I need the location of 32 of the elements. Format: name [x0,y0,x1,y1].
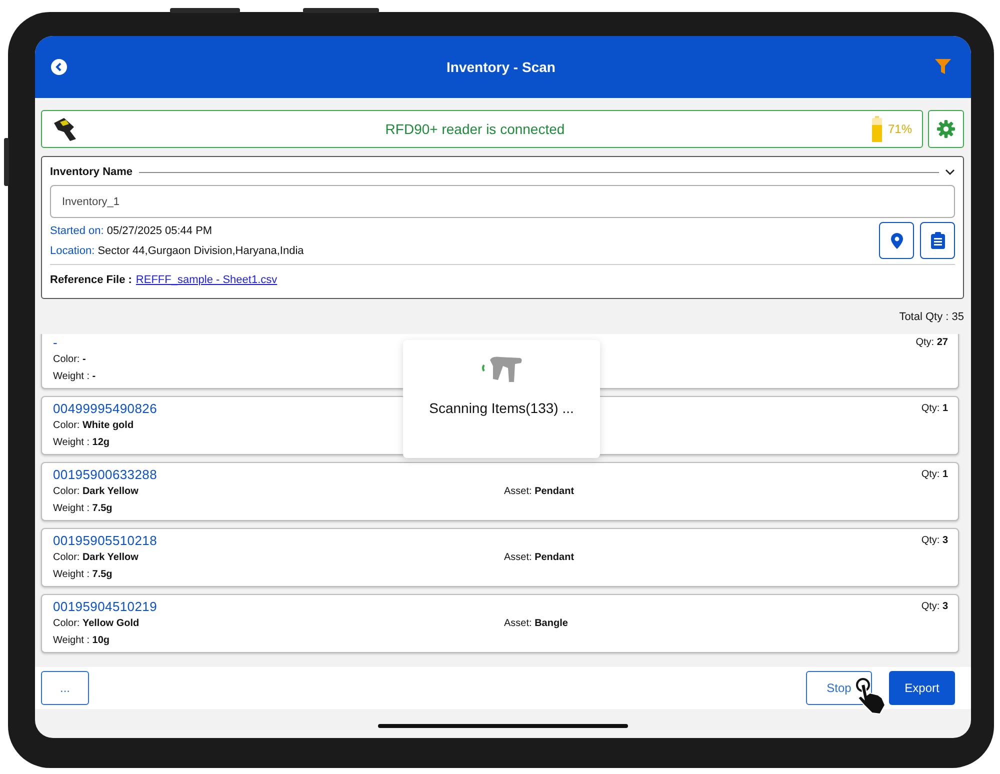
item-quantity: Qty: 27 [916,336,948,350]
item-weight: Weight : 7.5g [53,568,112,582]
item-quantity: Qty: 3 [921,534,948,548]
item-id: - [53,336,58,350]
item-quantity: Qty: 1 [921,402,948,416]
section-label: Inventory Name [50,166,133,178]
screen-title: Inventory - Scan [446,59,556,75]
item-color: Color: Dark Yellow [53,551,138,565]
battery-percentage: 71% [888,122,912,136]
item-weight: Weight : 12g [53,436,110,450]
item-asset: Asset: Pendant [504,485,574,499]
item-color: Color: - [53,353,86,367]
reference-file-label: Reference File : [50,274,132,286]
item-color: Color: White gold [53,419,134,433]
item-weight: Weight : - [53,370,96,384]
location-text: Location: Sector 44,Gurgaon Division,Haryana,India [50,244,304,258]
item-quantity: Qty: 1 [921,468,948,482]
item-weight: Weight : 7.5g [53,502,112,516]
item-id: 00195904510219 [53,600,158,614]
connection-status: RFD90+ reader is connected [384,121,566,137]
item-weight: Weight : 10g [53,634,110,648]
item-asset: Asset: Bangle [504,617,568,631]
total-quantity: Total Qty : 35 [899,310,964,322]
item-color: Color: Yellow Gold [53,617,140,631]
item-id: 00195900633288 [53,468,158,482]
item-quantity: Qty: 3 [921,600,948,614]
started-on-text: Started on: 05/27/2025 05:44 PM [50,224,212,238]
scanning-message: Scanning Items(133) ... [429,400,574,416]
item-id: 00195905510218 [53,534,158,548]
item-id: 00499995490826 [53,402,158,416]
item-color: Color: Dark Yellow [53,485,138,499]
item-asset: Asset: Pendant [504,551,574,565]
